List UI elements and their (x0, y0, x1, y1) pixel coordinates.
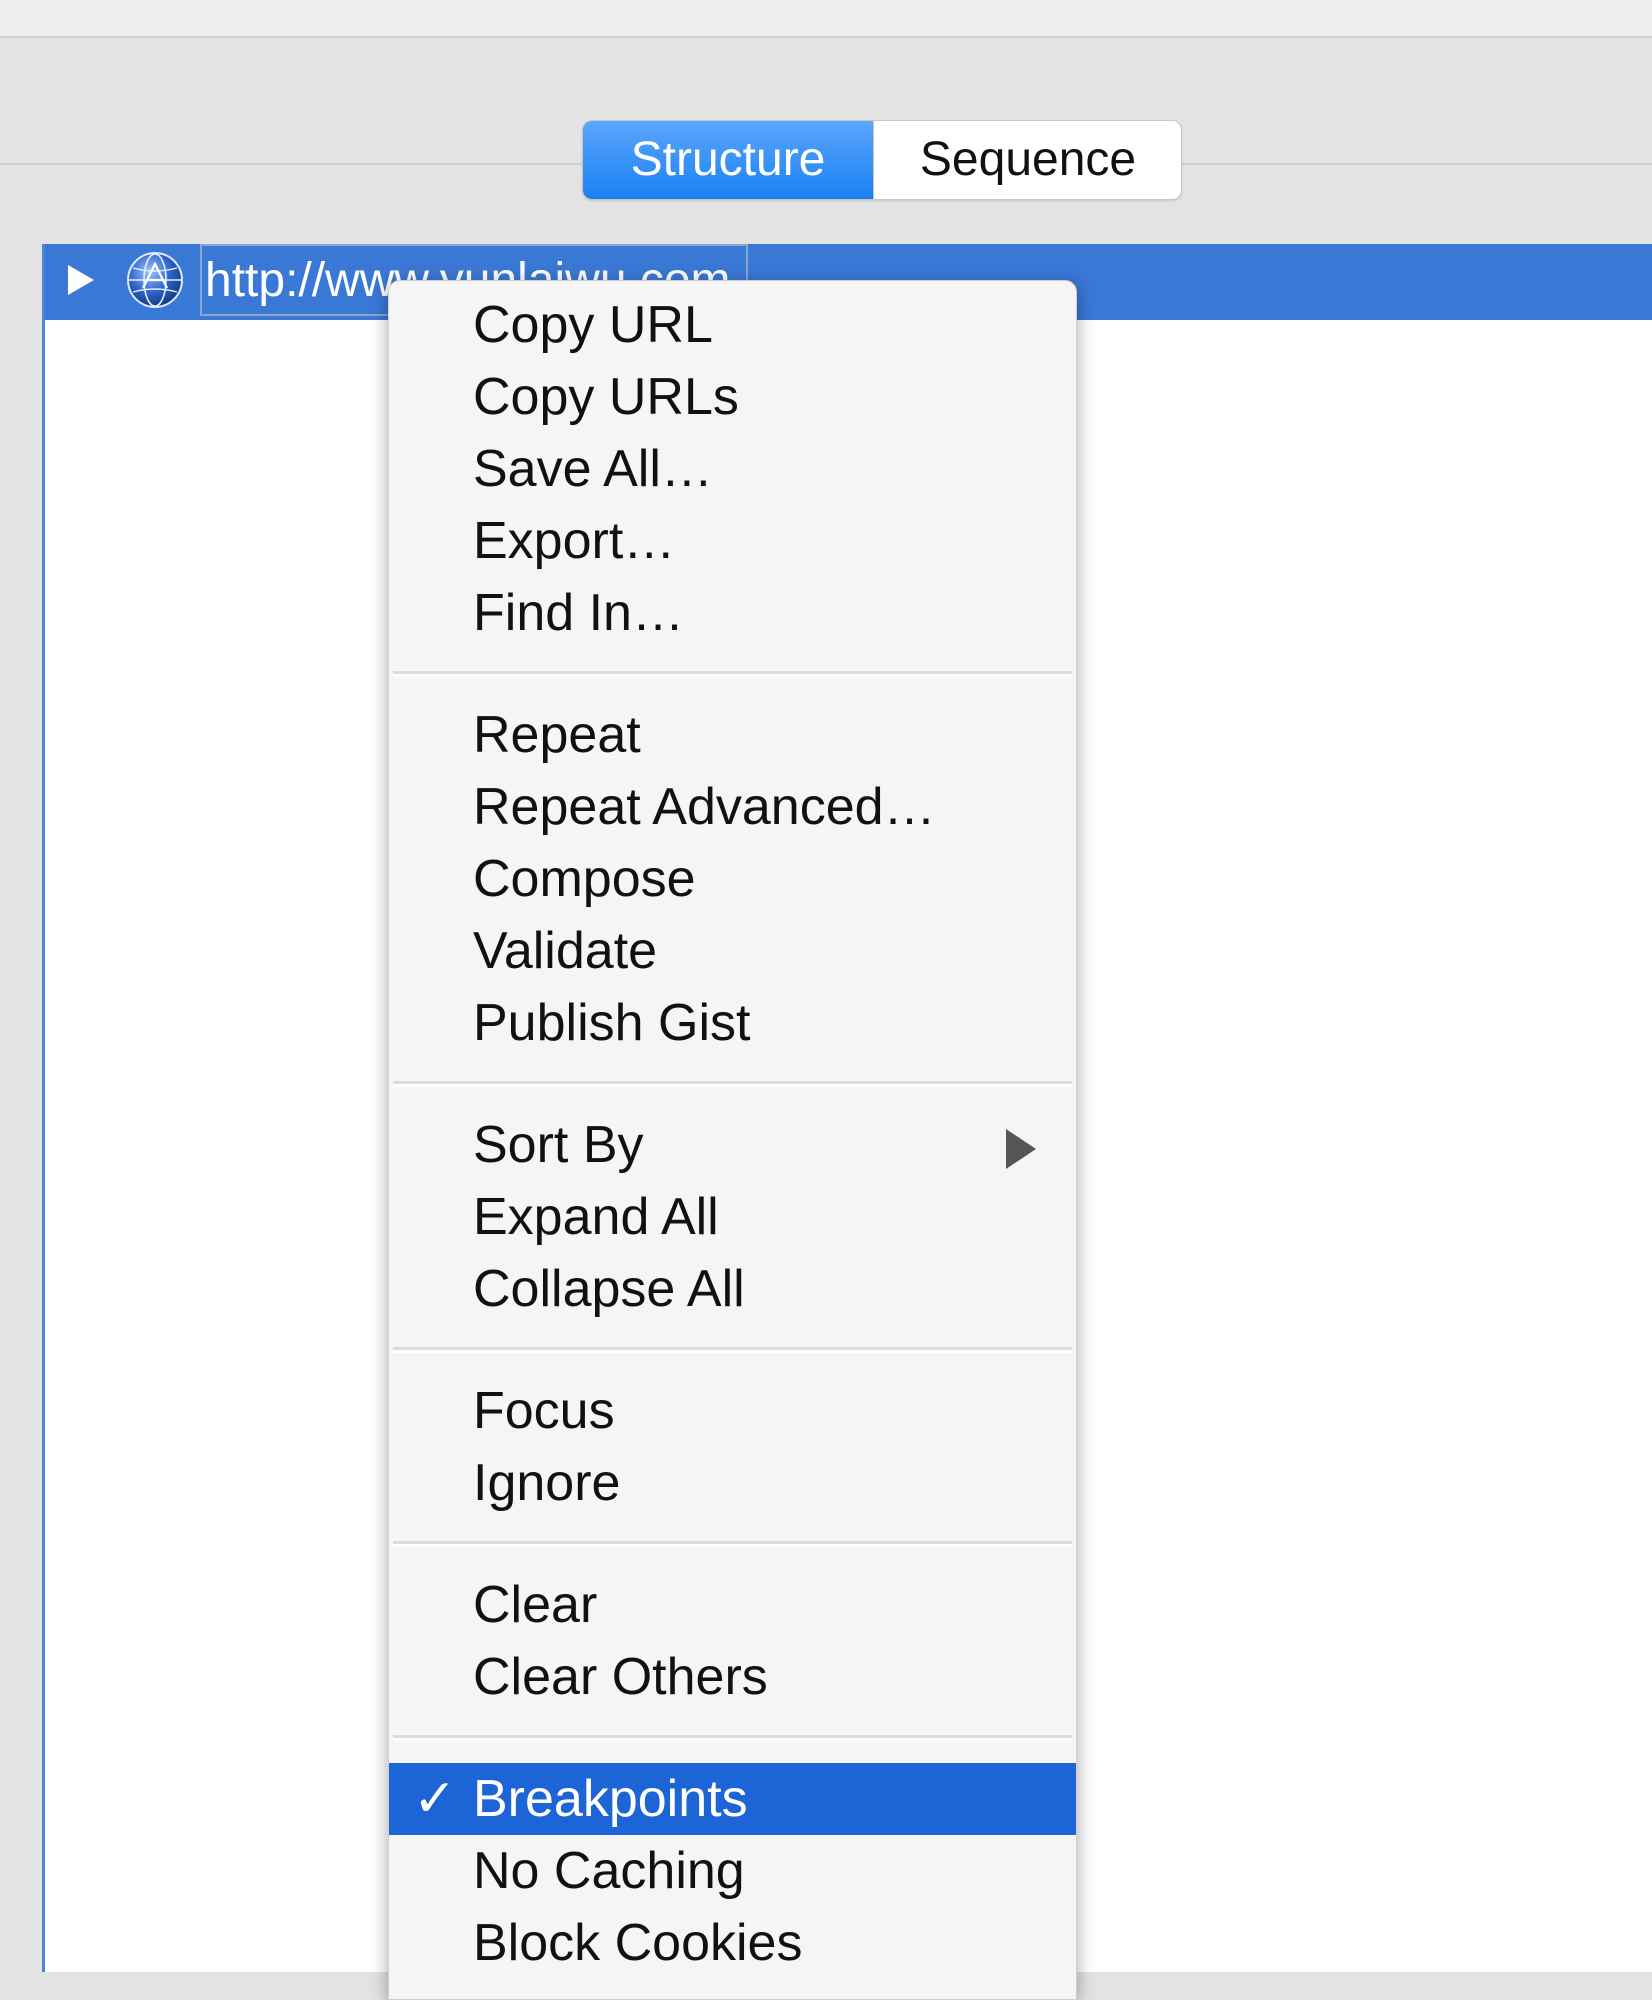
menu-separator (393, 671, 1072, 677)
menu-item-label: Block Cookies (473, 1914, 803, 1972)
menu-item-save-all[interactable]: Save All… (389, 433, 1076, 505)
menu-separator (393, 1735, 1072, 1741)
menu-item-block-cookies[interactable]: Block Cookies (389, 1907, 1076, 1979)
menu-item-sort-by[interactable]: Sort By (389, 1109, 1076, 1181)
menu-item-validate[interactable]: Validate (389, 915, 1076, 987)
menu-separator (393, 1347, 1072, 1353)
tab-sequence[interactable]: Sequence (873, 121, 1181, 199)
menu-item-label: Clear (473, 1576, 598, 1634)
menu-item-compose[interactable]: Compose (389, 843, 1076, 915)
menu-item-label: Ignore (473, 1454, 621, 1512)
menu-item-ignore[interactable]: Ignore (389, 1447, 1076, 1519)
menu-separator (393, 1081, 1072, 1087)
menu-item-label: Publish Gist (473, 994, 751, 1052)
menu-item-label: Find In… (473, 584, 684, 642)
menu-item-copy-url[interactable]: Copy URL (389, 289, 1076, 361)
menu-item-label: Collapse All (473, 1260, 745, 1318)
menu-item-label: Export… (473, 512, 676, 570)
globe-icon (127, 252, 183, 308)
menu-item-label: Sort By (473, 1116, 644, 1174)
submenu-arrow-icon (1006, 1129, 1036, 1169)
menu-item-export[interactable]: Export… (389, 505, 1076, 577)
menu-item-focus[interactable]: Focus (389, 1375, 1076, 1447)
menu-item-clear[interactable]: Clear (389, 1569, 1076, 1641)
menu-item-label: Copy URL (473, 296, 713, 354)
menu-item-label: Focus (473, 1382, 615, 1440)
checkmark-icon: ✓ (413, 1770, 457, 1828)
context-menu: Copy URL Copy URLs Save All… Export… Find In… (388, 280, 1077, 2000)
menu-separator (393, 1541, 1072, 1547)
menu-item-label: Compose (473, 850, 696, 908)
menu-item-no-caching[interactable]: No Caching (389, 1835, 1076, 1907)
menu-item-find-in[interactable]: Find In… (389, 577, 1076, 649)
menu-item-copy-urls[interactable]: Copy URLs (389, 361, 1076, 433)
menu-item-publish-gist[interactable]: Publish Gist (389, 987, 1076, 1059)
menu-item-repeat-advanced[interactable]: Repeat Advanced… (389, 771, 1076, 843)
menu-item-label: Repeat Advanced… (473, 778, 936, 836)
menu-item-expand-all[interactable]: Expand All (389, 1181, 1076, 1253)
menu-item-label: Expand All (473, 1188, 719, 1246)
view-mode-segmented-control: Structure Sequence (582, 120, 1182, 200)
tab-structure[interactable]: Structure (583, 121, 873, 199)
disclosure-triangle-icon[interactable] (68, 265, 94, 295)
menu-item-label: Save All… (473, 440, 713, 498)
menu-item-label: Clear Others (473, 1648, 768, 1706)
menu-item-label: Validate (473, 922, 658, 980)
menu-item-clear-others[interactable]: Clear Others (389, 1641, 1076, 1713)
menu-item-repeat[interactable]: Repeat (389, 699, 1076, 771)
menu-item-label: Repeat (473, 706, 641, 764)
window-titlebar (0, 0, 1652, 38)
menu-item-collapse-all[interactable]: Collapse All (389, 1253, 1076, 1325)
menu-item-label: Copy URLs (473, 368, 739, 426)
menu-item-label: Breakpoints (473, 1770, 748, 1828)
menu-item-breakpoints[interactable]: ✓ Breakpoints (389, 1763, 1076, 1835)
menu-item-label: No Caching (473, 1842, 745, 1900)
